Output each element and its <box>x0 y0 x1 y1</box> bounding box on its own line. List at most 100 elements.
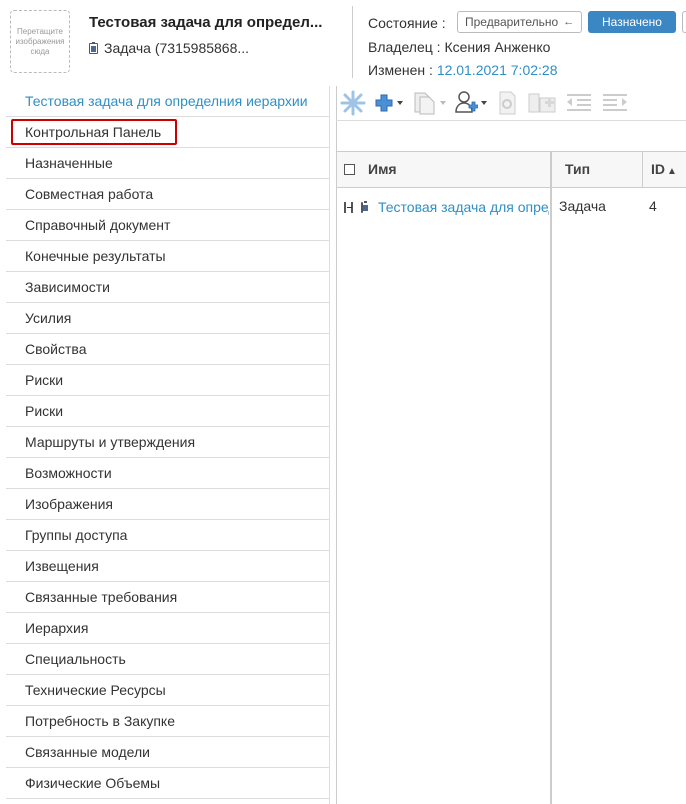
indent-icon <box>603 94 627 111</box>
sidebar-item-deliverables[interactable]: Конечные результаты <box>6 241 329 272</box>
sidebar-item-related-models[interactable]: Связанные модели <box>6 737 329 768</box>
sidebar-item-label: Физические Объемы <box>25 775 161 791</box>
owner-row: Владелец : Ксения Анженко <box>368 39 550 55</box>
modified-row: Изменен : 12.01.2021 7:02:28 <box>368 62 557 78</box>
sidebar-item-label: Зависимости <box>25 279 110 295</box>
outdent-button[interactable] <box>565 89 593 117</box>
collapse-icon[interactable] <box>344 201 352 213</box>
sidebar-item-label: Конечные результаты <box>25 248 166 264</box>
sidebar-item-label: Извещения <box>25 558 99 574</box>
row-name-link[interactable]: Тестовая задача для определния иерархии <box>378 199 549 215</box>
sidebar-item-label: Специальность <box>25 651 126 667</box>
image-dropzone[interactable]: Перетащите изображения сюда <box>10 10 70 73</box>
task-icon <box>361 200 368 213</box>
sidebar-item-technical-resources[interactable]: Технические Ресурсы <box>6 675 329 706</box>
asterisk-button[interactable] <box>340 89 366 117</box>
sidebar-item-label: Изображения <box>25 496 113 512</box>
owner-label: Владелец : <box>368 39 441 55</box>
sidebar-item-label: Назначенные <box>25 155 113 171</box>
column-separator[interactable] <box>550 151 552 804</box>
sidebar-item-effort[interactable]: Усилия <box>6 303 329 334</box>
state-button[interactable]: Предварительно ← <box>457 11 583 33</box>
object-subtitle: Задача (7315985868... <box>89 40 249 56</box>
next-state-button[interactable] <box>682 11 686 33</box>
sidebar-item-properties[interactable]: Свойства <box>6 334 329 365</box>
sidebar-item-physical-volumes[interactable]: Физические Объемы <box>6 768 329 799</box>
sidebar-item-opportunities[interactable]: Возможности <box>6 458 329 489</box>
sidebar-item-access-groups[interactable]: Группы доступа <box>6 520 329 551</box>
asterisk-icon <box>340 90 366 116</box>
plus-icon <box>375 94 393 112</box>
sidebar-item-specialty[interactable]: Специальность <box>6 644 329 675</box>
document-copy-icon <box>414 92 435 115</box>
state-label: Состояние : <box>368 15 446 31</box>
sidebar-item-label: Риски <box>25 372 64 388</box>
sidebar-item-risks[interactable]: Риски <box>6 365 329 396</box>
sidebar-item-dashboard[interactable]: Контрольная Панель <box>6 117 329 148</box>
assigned-state-button[interactable]: Назначено <box>588 11 676 33</box>
sidebar-item-images[interactable]: Изображения <box>6 489 329 520</box>
header-divider <box>352 6 353 78</box>
sidebar-item-hierarchy[interactable]: Иерархия <box>6 613 329 644</box>
column-header-id[interactable]: ID ▲ <box>651 152 677 187</box>
toolbar-divider <box>336 120 686 121</box>
user-add-icon <box>455 91 478 113</box>
column-separator[interactable] <box>642 151 643 188</box>
sidebar-item-label: Потребность в Закупке <box>25 713 176 729</box>
sidebar-item-label: Иерархия <box>25 620 89 636</box>
sidebar-item-label: Совместная работа <box>25 186 154 202</box>
add-user-button[interactable] <box>454 89 487 117</box>
sidebar-item-label: Связанные модели <box>25 744 150 760</box>
sidebar-item-label: Маршруты и утверждения <box>25 434 196 450</box>
column-header-type[interactable]: Тип <box>565 152 590 187</box>
sidebar-item-label: Группы доступа <box>25 527 128 543</box>
settings-button[interactable] <box>495 89 519 117</box>
indent-button[interactable] <box>601 89 629 117</box>
copy-button[interactable] <box>411 89 446 117</box>
sidebar-item-risks-2[interactable]: Риски <box>6 396 329 427</box>
sidebar-item-label: Справочный документ <box>25 217 171 233</box>
sidebar-item-dependencies[interactable]: Зависимости <box>6 272 329 303</box>
modified-label: Изменен : <box>368 62 433 78</box>
sidebar-item-object[interactable]: Тестовая задача для определния иерархии <box>6 86 329 117</box>
toolbar <box>340 86 637 120</box>
chevron-down-icon <box>481 101 487 105</box>
task-icon <box>89 41 98 54</box>
owner-value: Ксения Анженко <box>444 39 551 55</box>
table-row[interactable]: Тестовая задача для определния иерархии <box>337 195 549 219</box>
column-id-label: ID <box>651 161 665 177</box>
sidebar-item-label: Технические Ресурсы <box>25 682 166 698</box>
back-arrow-icon: ← <box>563 16 575 28</box>
grid-header: Имя Тип ID ▲ <box>337 151 686 188</box>
panel-divider <box>336 86 337 804</box>
sidebar-item-label: Возможности <box>25 465 112 481</box>
state-value: Предварительно <box>465 15 559 29</box>
sidebar-item-procurement[interactable]: Потребность в Закупке <box>6 706 329 737</box>
sidebar-item-assigned[interactable]: Назначенные <box>6 148 329 179</box>
sidebar-item-notices[interactable]: Извещения <box>6 551 329 582</box>
row-type: Задача <box>559 198 606 214</box>
add-button[interactable] <box>374 89 403 117</box>
select-all-checkbox[interactable] <box>344 164 355 175</box>
sidebar-item-label: Риски <box>25 403 64 419</box>
sidebar-item-collaboration[interactable]: Совместная работа <box>6 179 329 210</box>
sidebar-item-workflows[interactable]: Маршруты и утверждения <box>6 427 329 458</box>
insert-button[interactable] <box>527 89 557 117</box>
document-settings-icon <box>499 91 516 115</box>
sort-asc-icon: ▲ <box>667 166 677 177</box>
chevron-down-icon <box>440 101 446 105</box>
outdent-icon <box>567 94 591 111</box>
sidebar-item-label: Связанные требования <box>25 589 178 605</box>
sidebar-item-reference-document[interactable]: Справочный документ <box>6 210 329 241</box>
page-title: Тестовая задача для определ... <box>89 14 323 31</box>
subtitle-text: Задача (7315985868... <box>104 40 250 56</box>
modified-date-link[interactable]: 12.01.2021 7:02:28 <box>437 62 558 78</box>
sidebar-item-label: Усилия <box>25 310 72 326</box>
row-id: 4 <box>649 198 657 214</box>
sidebar-item-related-requirements[interactable]: Связанные требования <box>6 582 329 613</box>
sidebar: Тестовая задача для определния иерархии … <box>6 86 330 804</box>
table-insert-icon <box>528 93 556 113</box>
sidebar-item-label: Тестовая задача для определния иерархии <box>25 93 308 109</box>
column-header-name[interactable]: Имя <box>368 152 397 187</box>
chevron-down-icon <box>397 101 403 105</box>
